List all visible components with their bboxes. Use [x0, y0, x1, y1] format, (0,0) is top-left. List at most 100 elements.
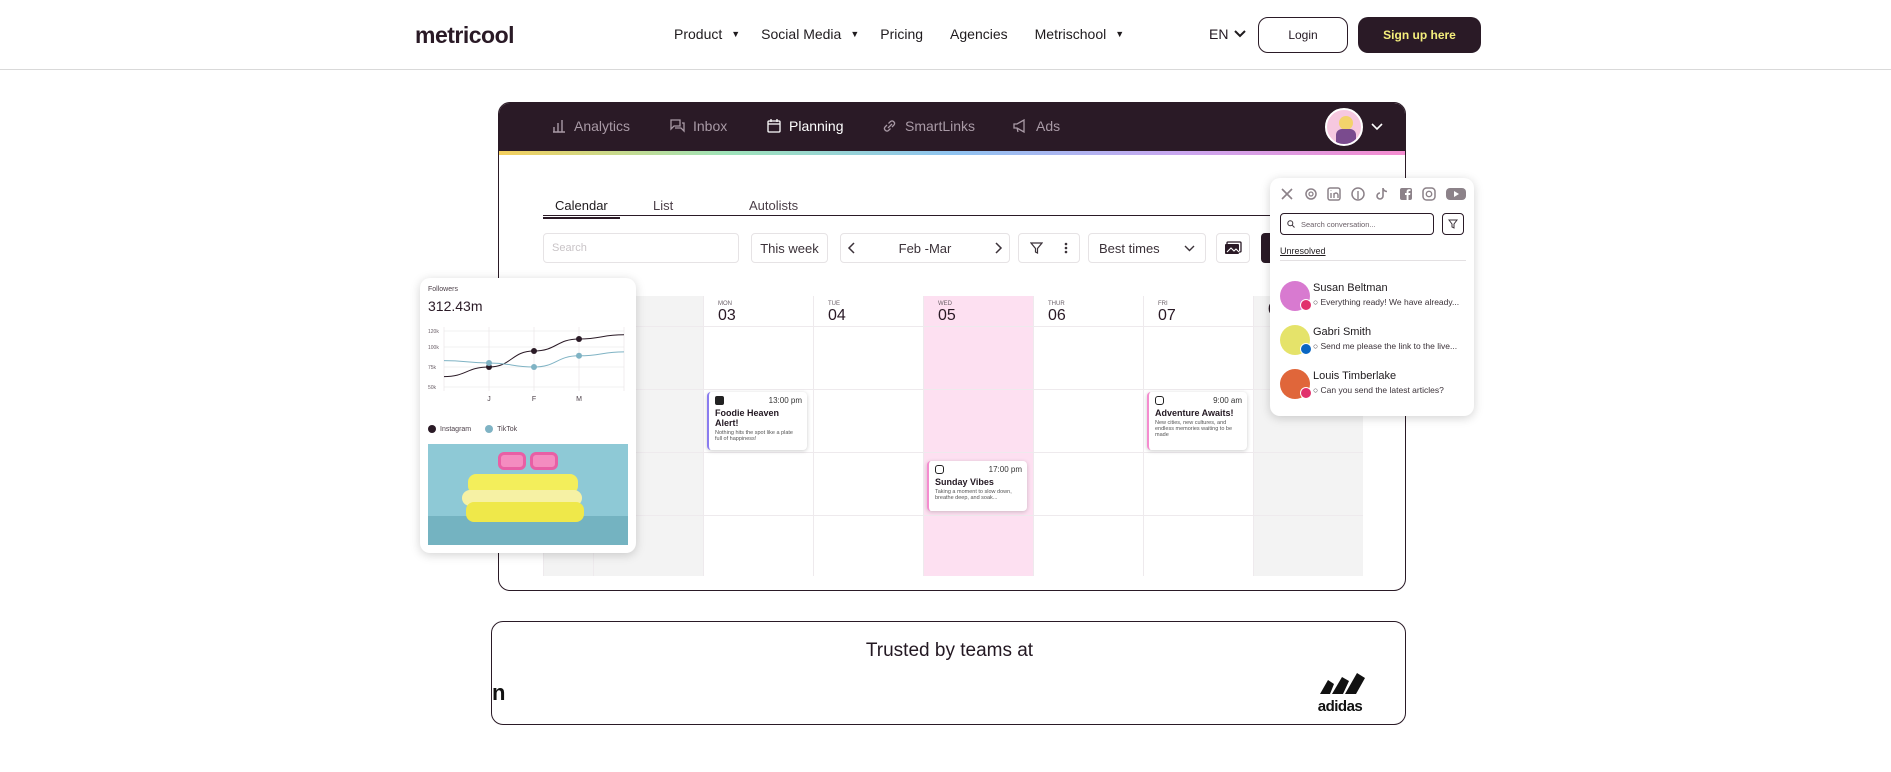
day-number: 06	[1048, 307, 1066, 324]
threads-icon[interactable]	[1304, 187, 1318, 201]
accent-gradient-bar	[499, 151, 1405, 155]
post-title: Adventure Awaits!	[1155, 408, 1234, 418]
conversation-item[interactable]: Susan Beltman ○ Everything ready! We hav…	[1280, 279, 1470, 313]
tab-ads[interactable]: Ads	[1013, 118, 1060, 134]
avatar	[1325, 108, 1363, 146]
account-menu[interactable]	[1325, 108, 1383, 146]
search-icon	[1287, 220, 1295, 228]
filter-group	[1018, 233, 1080, 263]
grid-line	[543, 515, 1363, 516]
instagram-icon[interactable]	[1422, 187, 1436, 201]
x-icon[interactable]	[1280, 187, 1294, 201]
tab-smartlinks[interactable]: SmartLinks	[882, 118, 975, 134]
app-top-bar: Analytics Inbox Planning SmartLinks Ads	[499, 103, 1405, 151]
tab-planning[interactable]: Planning	[767, 118, 844, 134]
language-selector[interactable]: EN	[1209, 26, 1247, 42]
tab-analytics[interactable]: Analytics	[552, 118, 630, 134]
conversation-item[interactable]: Louis Timberlake ○ Can you send the late…	[1280, 367, 1470, 401]
day-number: 04	[828, 307, 846, 324]
more-vertical-icon[interactable]	[1064, 242, 1068, 254]
scheduled-post[interactable]: 17:00 pm Sunday Vibes Taking a moment to…	[927, 461, 1027, 511]
followers-value: 312.43m	[428, 298, 483, 314]
facebook-icon[interactable]	[1399, 187, 1413, 201]
inbox-filter-button[interactable]	[1442, 213, 1464, 235]
post-time: 17:00 pm	[988, 465, 1022, 474]
megaphone-icon	[1013, 119, 1025, 133]
legend-label-instagram: Instagram	[440, 425, 472, 433]
nav-product[interactable]: Product ▼	[674, 26, 740, 42]
grid-line	[543, 389, 1363, 390]
legend-label-tiktok: TikTok	[497, 425, 518, 433]
adidas-mark-icon	[1320, 673, 1365, 694]
chevron-right-icon[interactable]	[993, 242, 1003, 254]
grid-line	[543, 326, 1363, 327]
nav-agencies[interactable]: Agencies	[950, 26, 1008, 42]
trusted-title: Trusted by teams at	[865, 640, 1034, 661]
tab-analytics-label: Analytics	[574, 118, 631, 134]
conversation-message: Send me please the link to the live...	[1320, 341, 1458, 351]
network-filter-row	[1280, 187, 1466, 201]
scheduled-post[interactable]: 9:00 am Adventure Awaits! New cities, ne…	[1147, 392, 1247, 450]
link-icon	[883, 120, 896, 132]
day-number: 03	[718, 307, 736, 324]
unresolved-tab[interactable]: Unresolved	[1280, 246, 1326, 256]
caret-down-icon: ▼	[1115, 29, 1125, 39]
scheduled-post[interactable]: 13:00 pm Foodie Heaven Alert! Nothing hi…	[707, 392, 807, 450]
metricool-logo[interactable]: metricool	[415, 22, 515, 49]
best-times-select[interactable]: Best times	[1088, 233, 1206, 263]
tab-inbox-label: Inbox	[693, 118, 728, 134]
subtab-list[interactable]: List	[653, 198, 673, 213]
conversation-name: Gabri Smith	[1313, 326, 1372, 338]
nav-social-media[interactable]: Social Media ▼	[761, 26, 859, 42]
tab-planning-label: Planning	[789, 118, 844, 134]
conversation-preview: ○ Everything ready! We have already...	[1313, 297, 1460, 307]
chevron-left-icon[interactable]	[847, 242, 857, 254]
date-range-label: Feb -Mar	[898, 240, 952, 256]
filter-icon[interactable]	[1029, 242, 1043, 254]
tab-inbox[interactable]: Inbox	[670, 118, 727, 134]
login-button[interactable]: Login	[1258, 17, 1348, 53]
subtab-autolists[interactable]: Autolists	[749, 198, 798, 213]
linkedin-icon[interactable]	[1327, 187, 1342, 201]
instagram-badge-icon	[1300, 387, 1312, 399]
followers-chart: 120k 100k 75k 50k J F M	[428, 327, 625, 403]
signup-button[interactable]: Sign up here	[1358, 17, 1481, 53]
linkedin-badge-icon	[1300, 343, 1312, 355]
grid-line	[543, 452, 1363, 453]
trusted-by-section: Trusted by teams at n adidas	[491, 621, 1406, 725]
youtube-icon[interactable]	[1445, 187, 1466, 201]
facebook-icon	[715, 396, 724, 405]
search-input[interactable]: Search	[543, 233, 739, 263]
x-tick-label: M	[576, 396, 582, 403]
subtab-calendar[interactable]: Calendar	[543, 198, 620, 219]
post-preview-image	[428, 444, 628, 545]
tiktok-icon[interactable]	[1375, 187, 1389, 201]
y-tick-label: 75k	[428, 365, 437, 371]
post-body: Nothing hits the spot like a plate full …	[715, 430, 793, 442]
x-tick-labels: JFM	[487, 396, 582, 403]
calendar-icon	[767, 119, 781, 133]
nav-agencies-label: Agencies	[950, 26, 1008, 42]
pinterest-icon[interactable]	[1351, 187, 1365, 201]
media-button[interactable]	[1216, 233, 1250, 263]
conversation-message: Can you send the latest articles?	[1320, 385, 1444, 395]
search-conversation-input[interactable]: Search conversation...	[1280, 213, 1434, 235]
chevron-down-icon	[1184, 245, 1195, 251]
data-point-instagram	[576, 336, 582, 342]
data-point-tiktok	[486, 360, 492, 366]
caret-down-icon: ▼	[731, 29, 741, 39]
this-week-button[interactable]: This week	[751, 233, 828, 263]
nav-metrischool-label: Metrischool	[1034, 26, 1107, 42]
conversation-preview: ○ Can you send the latest articles?	[1313, 385, 1444, 395]
conversation-preview: ○ Send me please the link to the live...	[1313, 341, 1458, 351]
tab-ads-label: Ads	[1036, 118, 1061, 134]
date-range-picker: Feb -Mar	[840, 233, 1010, 263]
caret-down-icon: ▼	[850, 29, 860, 39]
partner-logo-partial: n	[492, 680, 506, 705]
post-title: Sunday Vibes	[935, 477, 994, 487]
conversation-item[interactable]: Gabri Smith ○ Send me please the link to…	[1280, 323, 1470, 357]
nav-pricing[interactable]: Pricing	[880, 26, 923, 42]
data-point-instagram	[531, 348, 537, 354]
legend-swatch-tiktok	[485, 425, 494, 433]
nav-metrischool[interactable]: Metrischool ▼	[1035, 26, 1125, 42]
